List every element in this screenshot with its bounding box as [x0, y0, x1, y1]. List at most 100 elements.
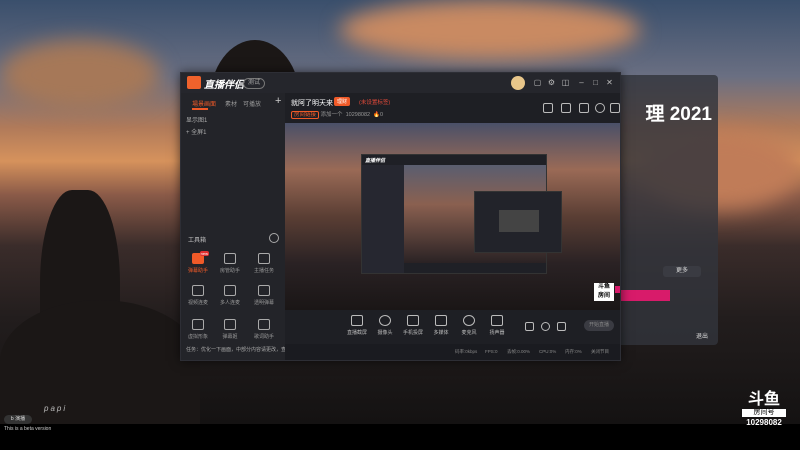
tool-lyrics[interactable]: 歌词助手: [249, 319, 279, 347]
record-icon[interactable]: [561, 103, 571, 113]
active-tab-indicator: [192, 108, 208, 110]
start-live-button[interactable]: 开始直播: [584, 320, 614, 331]
tag-status[interactable]: (未设置标签): [359, 98, 390, 106]
close-program-button[interactable]: 关闭节目: [591, 349, 609, 355]
status-bar: 码率:0kbps FPS:0 丢帧:0.00% CPU:0% 内存:0% 关闭节…: [285, 344, 620, 360]
tool-label: 多人连麦: [219, 300, 240, 306]
tool-danmu-ji[interactable]: 弹幕姬: [215, 319, 245, 347]
live-companion-window: 直播伴侣 测试 ▢ ⚙ ◫ – □ ✕ 場景画面 素材 可播放 + 显示图1 +…: [180, 72, 621, 361]
layout-icon[interactable]: [579, 103, 589, 113]
calendar-icon: [224, 319, 236, 330]
record-video-icon[interactable]: [525, 322, 534, 331]
speaker-button[interactable]: 扬声器: [481, 315, 513, 336]
download-icon: [192, 319, 204, 330]
version-tag: 测试: [243, 78, 266, 89]
nested-preview-window: 直播伴侣: [361, 154, 562, 274]
dropped-frames-status: 丢帧:0.00%: [507, 349, 531, 354]
nested-app-title: 直播伴侣: [365, 158, 386, 164]
media-icon: [435, 315, 447, 326]
tool-label: 弹幕姬: [222, 334, 238, 340]
brand-room-id: 10298082: [746, 418, 782, 427]
add-scene-icon[interactable]: +: [275, 95, 281, 107]
exit-button[interactable]: 退出: [690, 332, 714, 342]
tab-playable[interactable]: 可播放: [243, 99, 261, 108]
phone-cast-icon: [407, 315, 419, 326]
brand-mark: 斗鱼: [747, 391, 780, 408]
tab-scene[interactable]: 場景画面: [192, 99, 216, 108]
speaker-icon: [491, 315, 503, 326]
tool-transparent-danmu[interactable]: 透明弹幕: [249, 285, 279, 313]
screenshot-icon: [351, 315, 363, 326]
tools-settings-icon[interactable]: [269, 233, 279, 243]
user-icon: [224, 253, 236, 264]
tab-material[interactable]: 素材: [225, 99, 237, 108]
stream-preview[interactable]: 直播伴侣 斗鱼 房间: [285, 123, 620, 310]
room-link[interactable]: 房间链接: [291, 111, 320, 119]
tool-anchor-task[interactable]: 主播任务: [249, 253, 279, 281]
task-icon: [258, 253, 270, 264]
heat-value: 0: [380, 112, 384, 118]
room-info: 房间链接 添加一个 10298082 🔥0: [291, 110, 384, 119]
bottom-bar: [0, 424, 800, 450]
lyrics-icon: [258, 319, 270, 330]
sky-cloud: [340, 0, 640, 60]
camera-icon: [379, 315, 391, 326]
new-badge: new: [199, 251, 209, 256]
sky-cloud: [0, 40, 160, 110]
tool-label: 房管助手: [219, 268, 240, 274]
control-label: 扬声器: [489, 330, 505, 336]
settings-icon[interactable]: [557, 322, 566, 331]
nested-sidebar: [362, 165, 404, 273]
download-icon: [224, 285, 236, 296]
minimize-icon[interactable]: –: [577, 78, 586, 87]
title-bar: 直播伴侣 测试 ▢ ⚙ ◫ – □ ✕: [181, 73, 620, 93]
ball-silhouette: [0, 300, 200, 424]
room-label: 添加一个: [320, 112, 343, 118]
tool-label: 弹幕助手: [187, 268, 208, 274]
scene-item[interactable]: 显示图1: [186, 115, 207, 124]
skin-icon[interactable]: ◫: [561, 78, 570, 87]
maximize-icon[interactable]: □: [591, 78, 600, 87]
cpu-status: CPU:0%: [539, 349, 557, 354]
beta-text: This is a beta version: [4, 426, 52, 432]
lock-icon[interactable]: [543, 103, 553, 113]
nested-preview-window: [499, 210, 539, 232]
task-notice[interactable]: 任务：优化一下画面，中部分内容请更改，查看更多: [186, 346, 301, 353]
year-badge: 理 2021: [645, 104, 712, 125]
tool-avatar[interactable]: 虚拟形象: [183, 319, 213, 347]
avatar[interactable]: [511, 76, 525, 90]
app-logo-icon: [187, 76, 201, 89]
nested-preview-window: [474, 191, 562, 253]
video-icon: [192, 285, 204, 296]
fps-status: FPS:0: [485, 349, 498, 354]
douyu-brand: 斗鱼 房间号 10298082: [742, 392, 786, 427]
scene-item[interactable]: + 全屏1: [186, 127, 207, 136]
tool-room-admin[interactable]: 房管助手: [215, 253, 245, 281]
settings-icon[interactable]: ⚙: [547, 78, 556, 87]
more-button[interactable]: 更多: [663, 266, 701, 277]
tool-danmu-helper[interactable]: new 弹幕助手: [183, 251, 213, 281]
bitrate-status: 码率:0kbps: [455, 349, 478, 354]
tool-video-link[interactable]: 视频连麦: [183, 285, 213, 313]
tool-label: 主播任务: [253, 268, 274, 274]
app-title: 直播伴侣: [204, 80, 244, 91]
clock-icon[interactable]: [541, 322, 550, 331]
category-badge[interactable]: 理财: [334, 97, 351, 106]
douyu-watermark: 斗鱼 房间: [594, 283, 614, 301]
memory-status: 内存:0%: [565, 349, 582, 354]
beta-icon: b 演播: [4, 415, 32, 424]
bell-icon[interactable]: [595, 103, 605, 113]
stream-header: 就阿了明天来 理财 (未设置标签) 房间链接 添加一个 10298082 🔥0: [285, 93, 620, 123]
share-icon[interactable]: [610, 103, 620, 113]
tool-label: 视频连麦: [187, 300, 208, 306]
tool-multi-link[interactable]: 多人连麦: [215, 285, 245, 313]
tools-heading: 工具箱: [188, 238, 207, 244]
brand-sub: 房间号: [742, 409, 786, 417]
signature: papi: [44, 404, 68, 413]
nested-preview: [404, 165, 562, 263]
close-icon[interactable]: ✕: [605, 78, 614, 87]
control-bar: 直播截屏 摄像头 手机投屏 多媒体 麦克风 扬声器 开始直播: [285, 310, 620, 344]
message-icon[interactable]: ▢: [533, 78, 542, 87]
tool-label: 虚拟形象: [187, 334, 208, 340]
stream-title[interactable]: 就阿了明天来: [291, 98, 333, 108]
